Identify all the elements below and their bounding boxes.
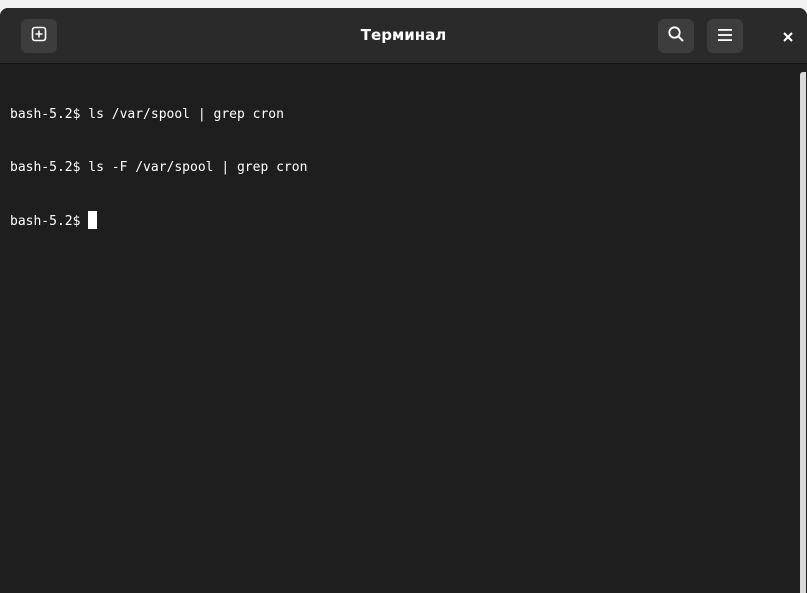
search-icon	[667, 25, 685, 47]
prompt-text: bash-5.2$	[10, 214, 89, 229]
main-menu-button[interactable]	[707, 19, 743, 53]
terminal-line: bash-5.2$ ls /var/spool | grep cron	[10, 107, 284, 122]
text-cursor	[88, 211, 98, 229]
new-tab-icon	[31, 26, 47, 46]
terminal-window: Терминал bash-5.2$ ls /var/spool | grep …	[0, 8, 807, 593]
terminal-line: bash-5.2$ ls -F /var/spool | grep cron	[10, 159, 308, 175]
new-tab-button[interactable]	[21, 19, 57, 53]
terminal-prompt-line[interactable]: bash-5.2$	[10, 211, 798, 229]
scrollbar[interactable]	[800, 72, 806, 593]
hamburger-menu-icon	[717, 27, 733, 46]
header-bar: Терминал	[0, 8, 807, 64]
close-button[interactable]	[773, 19, 803, 53]
close-icon	[783, 27, 793, 46]
terminal-output[interactable]: bash-5.2$ ls /var/spool | grep cron bash…	[10, 64, 798, 593]
search-button[interactable]	[658, 19, 694, 53]
terminal-margin	[0, 64, 10, 593]
